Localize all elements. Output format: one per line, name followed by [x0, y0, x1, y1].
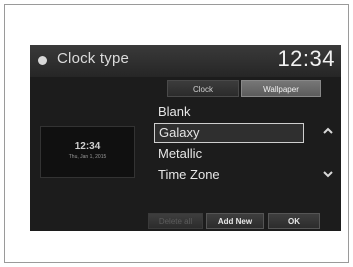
- option-time-zone[interactable]: Time Zone: [154, 165, 304, 185]
- ok-button[interactable]: OK: [268, 213, 320, 229]
- title-bar: Clock type 12:34: [30, 45, 341, 77]
- option-blank[interactable]: Blank: [154, 102, 304, 122]
- tab-wallpaper[interactable]: Wallpaper: [241, 80, 321, 97]
- chevron-up-icon[interactable]: [322, 125, 334, 137]
- tab-bar: Clock Wallpaper: [167, 80, 321, 97]
- chevron-down-icon[interactable]: [322, 168, 334, 180]
- display-screen: Clock type 12:34 Clock Wallpaper 12:34 T…: [30, 45, 341, 231]
- preview-date: Thu, Jan 1, 2015: [68, 154, 107, 160]
- back-icon[interactable]: [38, 56, 47, 65]
- clock-preview: 12:34 Thu, Jan 1, 2015: [40, 126, 135, 178]
- delete-all-button[interactable]: Delete all: [148, 213, 203, 229]
- preview-time: 12:34: [74, 141, 101, 152]
- tab-clock[interactable]: Clock: [167, 80, 239, 97]
- add-new-button[interactable]: Add New: [206, 213, 264, 229]
- figure-frame: Clock type 12:34 Clock Wallpaper 12:34 T…: [4, 4, 349, 263]
- clock-display: 12:34: [277, 46, 335, 71]
- option-galaxy[interactable]: Galaxy: [154, 123, 304, 143]
- page-title: Clock type: [57, 50, 130, 67]
- option-metallic[interactable]: Metallic: [154, 144, 304, 164]
